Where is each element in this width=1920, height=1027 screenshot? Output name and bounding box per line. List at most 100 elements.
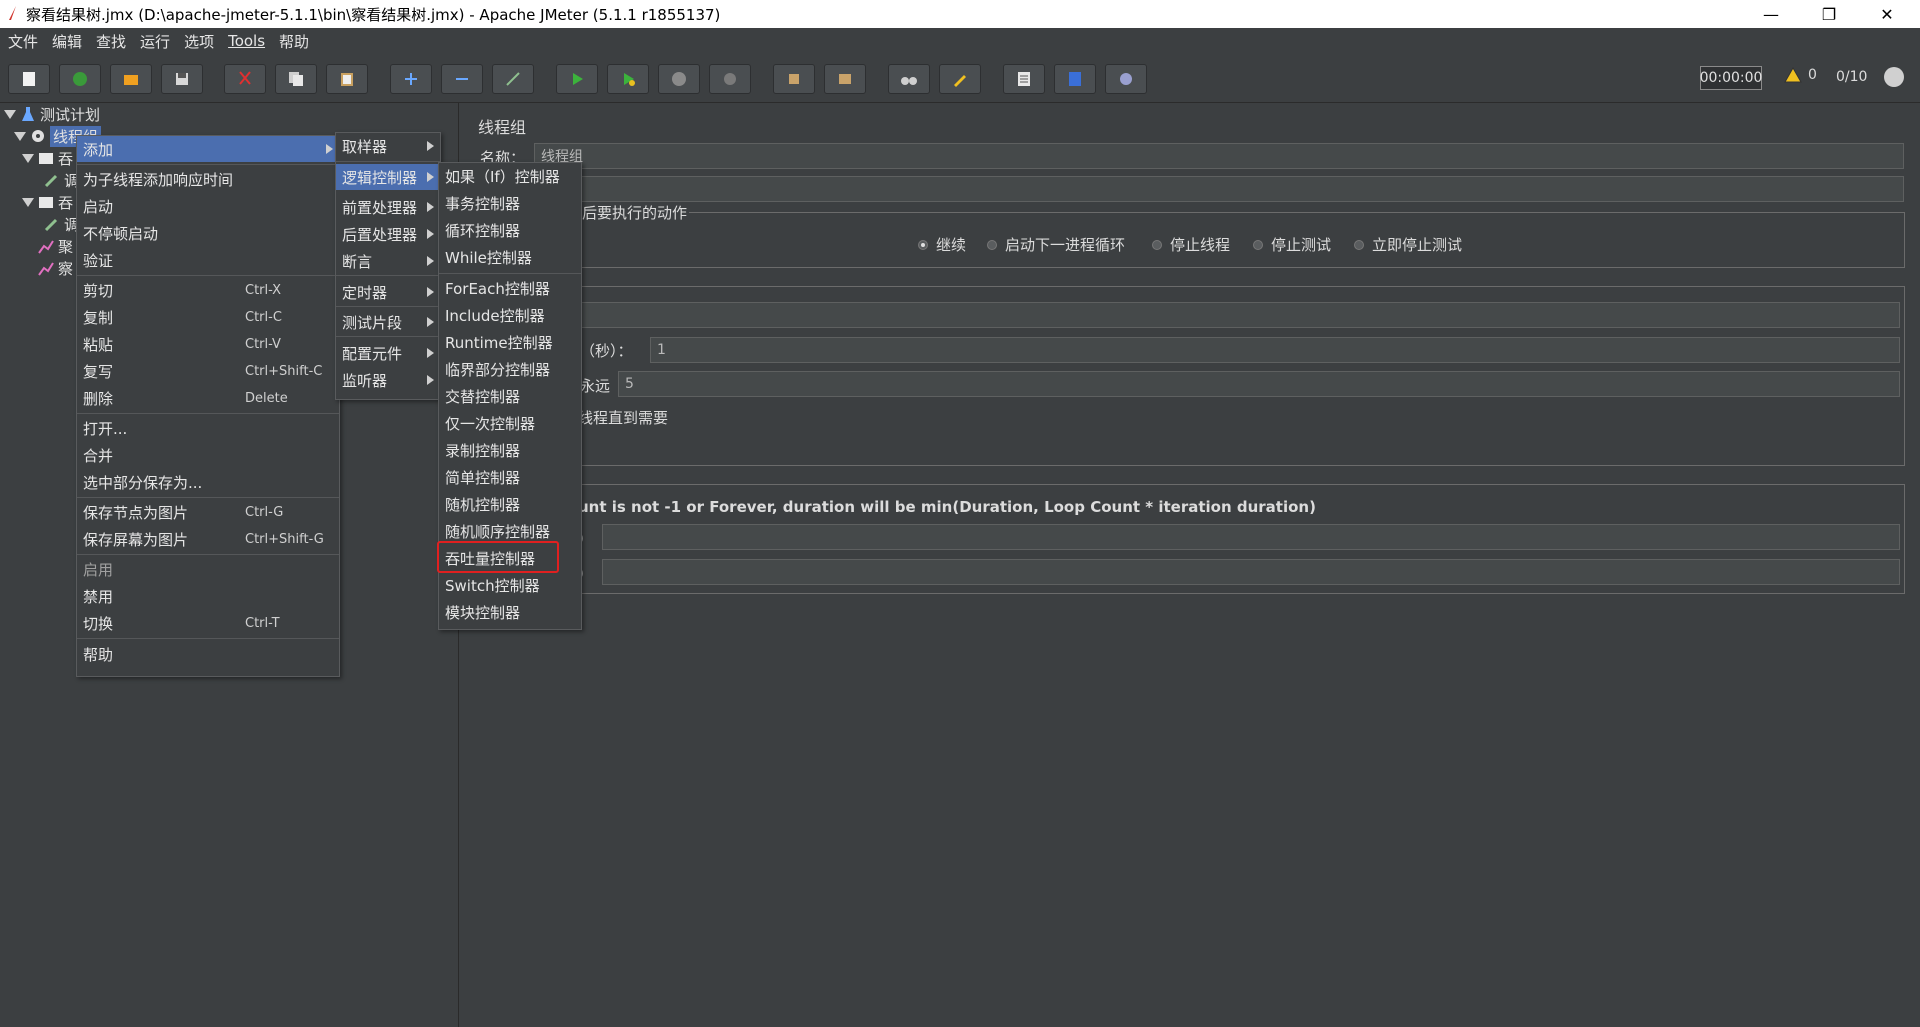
start-no-pause-button[interactable]	[607, 64, 649, 94]
logic-foreach-controller[interactable]: ForEach控制器	[439, 275, 581, 301]
search-button[interactable]	[888, 64, 930, 94]
add-test-fragment[interactable]: 测试片段	[336, 309, 440, 335]
add-pre-processor[interactable]: 前置处理器	[336, 194, 440, 220]
add-assertion[interactable]: 断言	[336, 248, 440, 274]
globe-icon[interactable]	[1884, 67, 1904, 87]
tree-node-listener-1[interactable]: 聚	[38, 235, 73, 257]
logic-interleave-controller[interactable]: 交替控制器	[439, 383, 581, 409]
paste-button[interactable]	[326, 64, 368, 94]
add-post-processor[interactable]: 后置处理器	[336, 221, 440, 247]
reset-search-button[interactable]	[939, 64, 981, 94]
radio-dot[interactable]	[1253, 239, 1263, 250]
startup-delay-input[interactable]	[602, 559, 1900, 585]
logic-loop-controller[interactable]: 循环控制器	[439, 217, 581, 243]
radio-stop-thread[interactable]: 停止线程	[1152, 234, 1230, 255]
menu-item-toggle[interactable]: 切换 Ctrl-T	[77, 610, 339, 636]
radio-continue[interactable]: 继续	[918, 234, 966, 255]
radio-stop-test[interactable]: 停止测试	[1253, 234, 1331, 255]
warning-counter[interactable]: 0	[1784, 67, 1817, 83]
expand-arrow-icon[interactable]	[4, 109, 16, 119]
menu-item-add[interactable]: 添加	[77, 136, 339, 162]
menu-item-start-no-pause[interactable]: 不停顿启动	[77, 220, 339, 246]
logic-module-controller[interactable]: 模块控制器	[439, 599, 581, 625]
save-button[interactable]	[161, 64, 203, 94]
menu-item-start[interactable]: 启动	[77, 193, 339, 219]
tree-node-test-plan[interactable]: 测试计划	[4, 103, 100, 125]
expand-all-button[interactable]	[390, 64, 432, 94]
tree-node-sampler-1[interactable]: 调	[44, 169, 79, 191]
menu-edit[interactable]: 编辑	[52, 31, 82, 52]
radio-dot[interactable]	[987, 239, 997, 250]
clear-button[interactable]	[773, 64, 815, 94]
menu-item-delete[interactable]: 删除 Delete	[77, 385, 339, 411]
logic-critical-section-controller[interactable]: 临界部分控制器	[439, 356, 581, 382]
add-listener[interactable]: 监听器	[336, 367, 440, 393]
menu-item-help[interactable]: 帮助	[77, 641, 339, 667]
comment-input[interactable]	[534, 176, 1904, 202]
menu-search[interactable]: 查找	[96, 31, 126, 52]
cut-button[interactable]	[224, 64, 266, 94]
logic-if-controller[interactable]: 如果（If）控制器	[439, 163, 581, 189]
logic-include-controller[interactable]: Include控制器	[439, 302, 581, 328]
add-sampler[interactable]: 取样器	[336, 133, 440, 159]
duration-input[interactable]	[602, 524, 1900, 550]
num-threads-input[interactable]	[580, 302, 1900, 328]
function-helper-button[interactable]	[1003, 64, 1045, 94]
new-button[interactable]	[8, 64, 50, 94]
logic-transaction-controller[interactable]: 事务控制器	[439, 190, 581, 216]
menu-item-enable[interactable]: 启用	[77, 556, 339, 582]
add-timer[interactable]: 定时器	[336, 279, 440, 305]
close-button[interactable]: ✕	[1864, 0, 1910, 28]
help-button[interactable]	[1054, 64, 1096, 94]
menu-item-paste[interactable]: 粘贴 Ctrl-V	[77, 331, 339, 357]
ramp-up-input[interactable]: 1	[650, 337, 1900, 363]
open-button[interactable]	[110, 64, 152, 94]
menu-item-open[interactable]: 打开...	[77, 415, 339, 441]
logic-random-controller[interactable]: 随机控制器	[439, 491, 581, 517]
toggle-button[interactable]	[492, 64, 534, 94]
logic-simple-controller[interactable]: 简单控制器	[439, 464, 581, 490]
menu-item-save-node-image[interactable]: 保存节点为图片 Ctrl-G	[77, 499, 339, 525]
menu-file[interactable]: 文件	[8, 31, 38, 52]
add-config-element[interactable]: 配置元件	[336, 340, 440, 366]
logic-switch-controller[interactable]: Switch控制器	[439, 572, 581, 598]
copy-button[interactable]	[275, 64, 317, 94]
collapse-all-button[interactable]	[441, 64, 483, 94]
logic-while-controller[interactable]: While控制器	[439, 244, 581, 270]
radio-dot[interactable]	[1354, 239, 1364, 250]
menu-item-merge[interactable]: 合并	[77, 442, 339, 468]
menu-item-save-selection-as[interactable]: 选中部分保存为...	[77, 469, 339, 495]
minimize-button[interactable]: —	[1748, 0, 1794, 28]
tree-node-controller-1[interactable]: 吞	[22, 147, 73, 169]
menu-item-duplicate[interactable]: 复写 Ctrl+Shift-C	[77, 358, 339, 384]
maximize-button[interactable]: ❐	[1806, 0, 1852, 28]
templates-button[interactable]	[59, 64, 101, 94]
expand-arrow-icon[interactable]	[22, 153, 34, 163]
menu-item-cut[interactable]: 剪切 Ctrl-X	[77, 277, 339, 303]
logic-runtime-controller[interactable]: Runtime控制器	[439, 329, 581, 355]
name-input[interactable]: 线程组	[534, 143, 1904, 169]
logic-recording-controller[interactable]: 录制控制器	[439, 437, 581, 463]
shutdown-button[interactable]	[709, 64, 751, 94]
menu-item-add-think-times[interactable]: 为子线程添加响应时间	[77, 166, 339, 192]
radio-start-next-loop[interactable]: 启动下一进程循环	[987, 234, 1125, 255]
menu-options[interactable]: 选项	[184, 31, 214, 52]
clear-all-button[interactable]	[824, 64, 866, 94]
logic-once-only-controller[interactable]: 仅一次控制器	[439, 410, 581, 436]
expand-arrow-icon[interactable]	[22, 197, 34, 207]
stop-button[interactable]	[658, 64, 700, 94]
menu-help[interactable]: 帮助	[279, 31, 309, 52]
tree-node-controller-2[interactable]: 吞	[22, 191, 73, 213]
remote-button[interactable]	[1105, 64, 1147, 94]
menu-tools[interactable]: Tools	[228, 32, 265, 50]
tree-node-sampler-2[interactable]: 调	[44, 213, 79, 235]
tree-node-listener-2[interactable]: 察	[38, 257, 73, 279]
menu-run[interactable]: 运行	[140, 31, 170, 52]
menu-item-validate[interactable]: 验证	[77, 247, 339, 273]
menu-item-save-screen-image[interactable]: 保存屏幕为图片 Ctrl+Shift-G	[77, 526, 339, 552]
menu-item-disable[interactable]: 禁用	[77, 583, 339, 609]
radio-stop-test-now[interactable]: 立即停止测试	[1354, 234, 1462, 255]
radio-dot[interactable]	[1152, 239, 1162, 250]
radio-dot[interactable]	[918, 239, 928, 250]
loop-count-input[interactable]: 5	[618, 371, 1900, 397]
